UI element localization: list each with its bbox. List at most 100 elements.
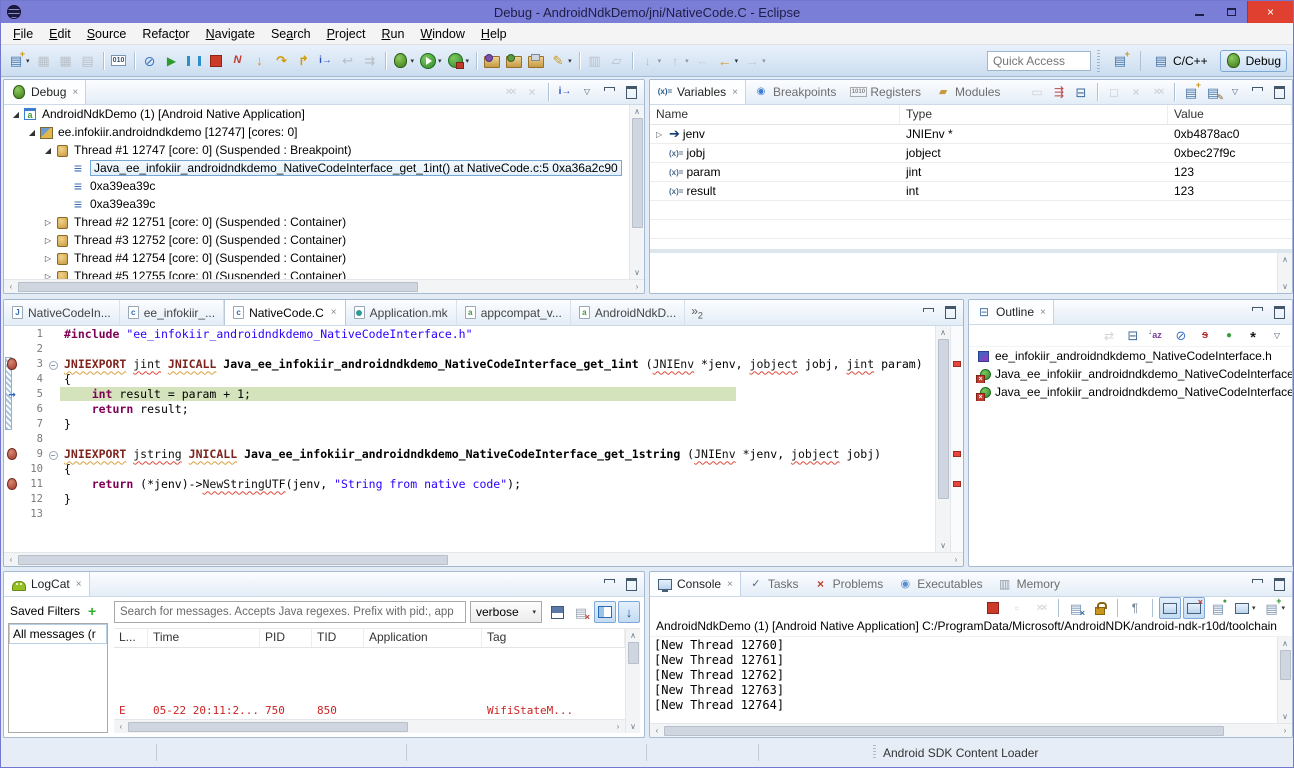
- breakpoint-icon[interactable]: [7, 448, 17, 460]
- editor-annotation-gutter[interactable]: [4, 478, 20, 490]
- close-icon[interactable]: ×: [732, 87, 738, 98]
- restore-window-button[interactable]: [1215, 1, 1247, 23]
- close-icon[interactable]: ×: [331, 307, 337, 318]
- menu-navigate[interactable]: Navigate: [198, 25, 263, 43]
- autoscroll-button[interactable]: [618, 601, 640, 623]
- tab-console[interactable]: Console×: [650, 572, 741, 596]
- perspective-debug-button[interactable]: Debug: [1220, 50, 1287, 72]
- tree-row[interactable]: ◢AndroidNdkDemo (1) [Android Native Appl…: [4, 105, 629, 123]
- code-line[interactable]: 13: [4, 506, 935, 521]
- maximize-button[interactable]: [1269, 82, 1289, 102]
- debug-button[interactable]: ▾: [390, 50, 418, 72]
- open-console-button[interactable]: ▾: [1260, 597, 1288, 619]
- logcat-column-tag[interactable]: Tag: [482, 629, 625, 647]
- minimize-window-button[interactable]: [1183, 1, 1215, 23]
- fold-gutter[interactable]: −: [46, 447, 60, 461]
- code-line[interactable]: 8: [4, 431, 935, 446]
- code-line[interactable]: 2: [4, 341, 935, 356]
- editor-tab-nativecode-c[interactable]: cNativeCode.C×: [224, 300, 346, 325]
- disconnect-button[interactable]: [227, 50, 249, 72]
- code-line[interactable]: 9−JNIEXPORT jstring JNICALL Java_ee_info…: [4, 446, 935, 461]
- external-tools-button[interactable]: ▾: [445, 50, 473, 72]
- tree-expander-icon[interactable]: ◢: [42, 146, 54, 155]
- close-icon[interactable]: ×: [727, 579, 733, 590]
- console-minimize-button[interactable]: [1247, 574, 1267, 594]
- view-menu-button[interactable]: [577, 82, 597, 102]
- minimize-button[interactable]: [599, 82, 619, 102]
- variables-row[interactable]: (x)=paramjint123: [650, 163, 1292, 182]
- run-button[interactable]: ▾: [417, 50, 445, 72]
- tab-logcat-view[interactable]: LogCat ×: [4, 572, 90, 596]
- word-wrap-button[interactable]: [1124, 597, 1146, 619]
- new-cpp-project-button[interactable]: [481, 50, 503, 72]
- step-return-button[interactable]: [293, 50, 315, 72]
- view-menu-button[interactable]: [1266, 325, 1288, 347]
- menu-file[interactable]: File: [5, 25, 41, 43]
- back-button[interactable]: ▾: [714, 50, 742, 72]
- tree-expander-icon[interactable]: ▷: [656, 130, 666, 139]
- edit-watch-expression-button[interactable]: [1203, 82, 1223, 102]
- tree-row[interactable]: Java_ee_infokiir_androidndkdemo_NativeCo…: [4, 159, 629, 177]
- editor-tab-application-mk[interactable]: Application.mk: [346, 300, 457, 325]
- tab-breakpoints[interactable]: Breakpoints: [746, 80, 843, 104]
- breakpoint-icon[interactable]: [7, 358, 17, 370]
- filters-button[interactable]: [1242, 325, 1264, 347]
- console-output[interactable]: [New Thread 12760][New Thread 12761][New…: [650, 637, 1277, 723]
- tree-expander-icon[interactable]: ◢: [10, 110, 22, 119]
- suspend-button[interactable]: [183, 50, 205, 72]
- error-marker-icon[interactable]: [953, 451, 961, 457]
- logcat-column-time[interactable]: Time: [148, 629, 260, 647]
- console-vertical-scrollbar[interactable]: ∧∨: [1277, 637, 1292, 723]
- tree-expander-icon[interactable]: ◢: [26, 128, 38, 137]
- close-icon[interactable]: ×: [76, 579, 82, 590]
- editor-annotation-gutter[interactable]: [4, 358, 20, 370]
- menu-help[interactable]: Help: [473, 25, 515, 43]
- open-perspective-button[interactable]: [1106, 50, 1134, 72]
- step-over-button[interactable]: [271, 50, 293, 72]
- step-into-button[interactable]: [249, 50, 271, 72]
- editor-annotation-gutter[interactable]: [4, 448, 20, 460]
- code-line[interactable]: 6 return result;: [4, 401, 935, 416]
- show-stdout-button[interactable]: [1159, 597, 1181, 619]
- scroll-lock-button[interactable]: [1089, 597, 1111, 619]
- logcat-vertical-scrollbar[interactable]: ∧∨: [625, 629, 640, 733]
- tree-expander-icon[interactable]: ▷: [42, 254, 54, 263]
- log-level-select[interactable]: verbose ▾: [470, 601, 542, 623]
- error-marker-icon[interactable]: [953, 361, 961, 367]
- binary-button[interactable]: [108, 50, 130, 72]
- logcat-column-app[interactable]: Application: [364, 629, 482, 647]
- sort-alphabetically-button[interactable]: [1146, 325, 1168, 347]
- show-stderr-button[interactable]: [1183, 597, 1205, 619]
- new-cpp-file-button[interactable]: [503, 50, 525, 72]
- pin-console-button[interactable]: [1207, 597, 1229, 619]
- outline-maximize-button[interactable]: [1269, 302, 1289, 322]
- terminate-button[interactable]: [205, 50, 227, 72]
- save-log-button[interactable]: [546, 601, 568, 623]
- collapse-all-button[interactable]: [1071, 82, 1091, 102]
- menu-search[interactable]: Search: [263, 25, 319, 43]
- close-icon[interactable]: ×: [1040, 307, 1046, 318]
- tree-row[interactable]: ▷Thread #3 12752 [core: 0] (Suspended : …: [4, 231, 629, 249]
- search-toolbar-button[interactable]: ▾: [547, 50, 575, 72]
- editor-tab-androidndkd-[interactable]: aAndroidNdkD...: [571, 300, 685, 325]
- variables-row[interactable]: ▷➔jenvJNIEnv *0xb4878ac0: [650, 125, 1292, 144]
- outline-item[interactable]: Java_ee_infokiir_androidndkdemo_NativeCo…: [969, 365, 1292, 383]
- code-line[interactable]: 4{: [4, 371, 935, 386]
- collapse-all-button[interactable]: [1122, 325, 1144, 347]
- overview-ruler[interactable]: [950, 326, 963, 552]
- logcat-search-input[interactable]: Search for messages. Accepts Java regexe…: [114, 601, 466, 623]
- code-line[interactable]: 12}: [4, 491, 935, 506]
- tree-expander-icon[interactable]: ▷: [42, 272, 54, 280]
- variables-row[interactable]: (x)=jobjjobject0xbec27f9c: [650, 144, 1292, 163]
- menu-run[interactable]: Run: [373, 25, 412, 43]
- tree-expander-icon[interactable]: ▷: [42, 218, 54, 227]
- tree-row[interactable]: ◢Thread #1 12747 [core: 0] (Suspended : …: [4, 141, 629, 159]
- tree-row[interactable]: ▷Thread #2 12751 [core: 0] (Suspended : …: [4, 213, 629, 231]
- logcat-column-pid[interactable]: PID: [260, 629, 312, 647]
- filter-item-all-messages[interactable]: All messages (r: [9, 624, 107, 644]
- instruction-stepping-button[interactable]: [315, 50, 337, 72]
- outline-minimize-button[interactable]: [1247, 302, 1267, 322]
- column-header-type[interactable]: Type: [900, 105, 1168, 124]
- tree-row[interactable]: 0xa39ea39c: [4, 195, 629, 213]
- editor-horizontal-scrollbar[interactable]: ‹›: [4, 552, 963, 566]
